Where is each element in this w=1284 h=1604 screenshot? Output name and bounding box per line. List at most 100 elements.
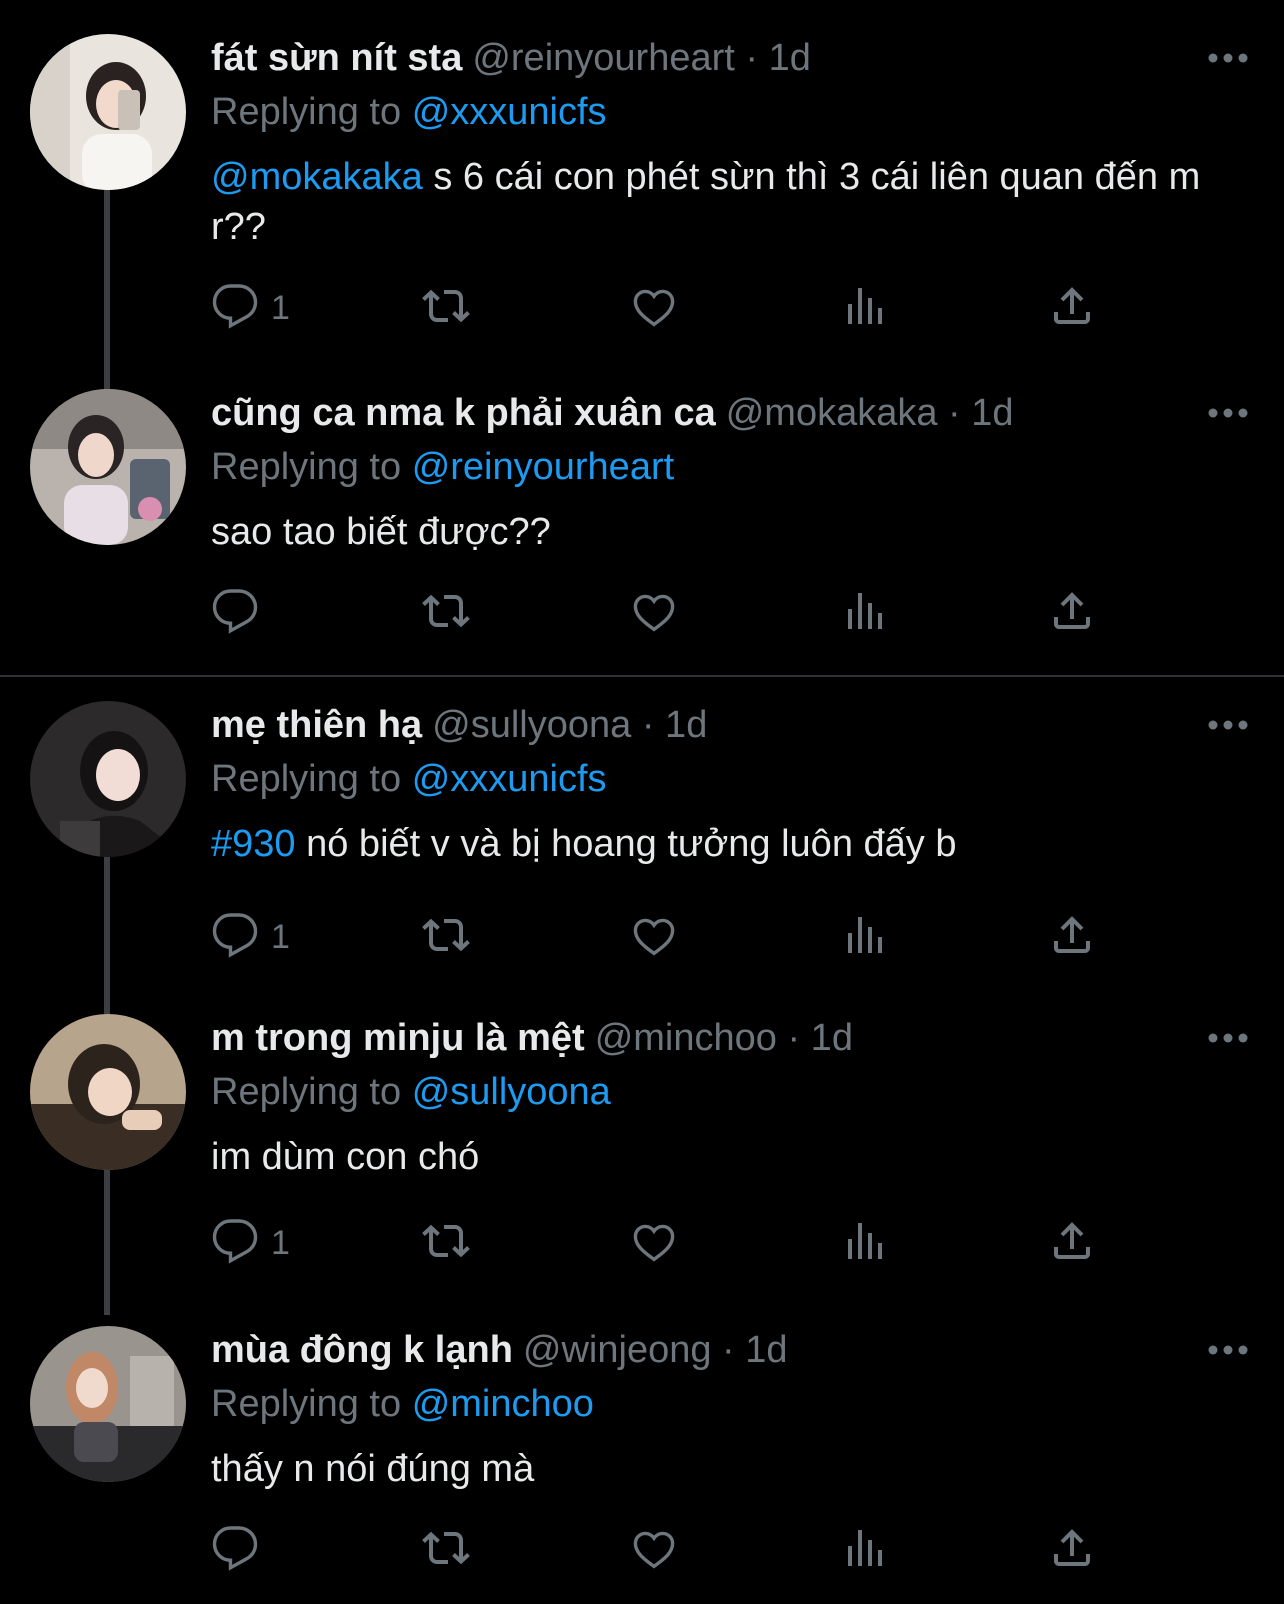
display-name[interactable]: mẹ thiên hạ — [211, 704, 422, 746]
retweet-button[interactable] — [420, 1520, 472, 1580]
tweet[interactable]: mẹ thiên hạ @sullyoona · 1d Replying to @… — [0, 677, 1284, 1017]
display-name[interactable]: fát sừn nít sta — [211, 37, 462, 79]
views-button[interactable] — [840, 1520, 888, 1580]
more-icon[interactable] — [1204, 701, 1252, 749]
handle-time[interactable]: @minchoo · 1d — [595, 1017, 853, 1059]
reply-icon — [211, 1524, 259, 1577]
replying-mention[interactable]: @reinyourheart — [412, 446, 674, 488]
body-text: nó biết v và bị hoang tưởng luôn đấy b — [295, 823, 957, 865]
share-button[interactable] — [1048, 583, 1096, 643]
handle-time[interactable]: @mokakaka · 1d — [726, 392, 1014, 434]
views-icon — [840, 587, 888, 640]
handle-time[interactable]: @reinyourheart · 1d — [472, 37, 811, 79]
more-icon[interactable] — [1204, 34, 1252, 82]
views-button[interactable] — [840, 907, 888, 967]
reply-icon — [211, 587, 259, 640]
reply-icon — [211, 911, 259, 964]
reply-count: 1 — [271, 288, 290, 327]
like-button[interactable] — [630, 907, 678, 967]
share-icon — [1048, 282, 1096, 335]
retweet-icon — [420, 1524, 472, 1577]
tweet-text: @mokakaka s 6 cái con phét sừn thì 3 cái… — [211, 152, 1244, 252]
replying-prefix: Replying to — [211, 1071, 402, 1113]
replying-to: Replying to @sullyoona — [211, 1066, 1244, 1118]
replying-prefix: Replying to — [211, 91, 402, 133]
replying-prefix: Replying to — [211, 1383, 402, 1425]
views-button[interactable] — [840, 583, 888, 643]
retweet-button[interactable] — [420, 278, 472, 338]
reply-button[interactable]: 1 — [211, 278, 290, 338]
views-button[interactable] — [840, 278, 888, 338]
like-icon — [630, 282, 678, 335]
share-button[interactable] — [1048, 1213, 1096, 1273]
avatar[interactable] — [30, 701, 186, 857]
action-bar — [0, 583, 1284, 643]
retweet-icon — [420, 282, 472, 335]
like-button[interactable] — [630, 278, 678, 338]
avatar[interactable] — [30, 34, 186, 190]
tweet[interactable]: cũng ca nma k phải xuân ca @mokakaka · 1d… — [0, 365, 1284, 665]
views-icon — [840, 1524, 888, 1577]
replying-mention[interactable]: @sullyoona — [412, 1071, 611, 1113]
replying-to: Replying to @xxxunicfs — [211, 753, 1244, 805]
tweet-text: sao tao biết được?? — [211, 507, 1244, 557]
tweet-text: #930 nó biết v và bị hoang tưởng luôn đấ… — [211, 819, 1244, 869]
body-text: sao tao biết được?? — [211, 511, 551, 553]
views-icon — [840, 911, 888, 964]
replying-mention[interactable]: @xxxunicfs — [412, 758, 607, 800]
replying-mention[interactable]: @xxxunicfs — [412, 91, 607, 133]
display-name[interactable]: m trong minju là mệt — [211, 1017, 585, 1059]
retweet-icon — [420, 911, 472, 964]
like-icon — [630, 911, 678, 964]
replying-to: Replying to @minchoo — [211, 1378, 1244, 1430]
more-icon[interactable] — [1204, 1326, 1252, 1374]
share-icon — [1048, 587, 1096, 640]
action-bar: 1 — [0, 1213, 1284, 1273]
like-button[interactable] — [630, 1213, 678, 1273]
reply-button[interactable]: 1 — [211, 907, 290, 967]
more-icon[interactable] — [1204, 389, 1252, 437]
more-icon[interactable] — [1204, 1014, 1252, 1062]
like-icon — [630, 1217, 678, 1270]
display-name[interactable]: cũng ca nma k phải xuân ca — [211, 392, 716, 434]
reply-icon — [211, 282, 259, 335]
replying-mention[interactable]: @minchoo — [412, 1383, 594, 1425]
reply-button[interactable] — [211, 583, 271, 643]
display-name[interactable]: mùa đông k lạnh — [211, 1329, 513, 1371]
replying-to: Replying to @reinyourheart — [211, 441, 1244, 493]
handle-time[interactable]: @sullyoona · 1d — [432, 704, 707, 746]
retweet-button[interactable] — [420, 1213, 472, 1273]
views-icon — [840, 1217, 888, 1270]
handle-time[interactable]: @winjeong · 1d — [523, 1329, 788, 1371]
retweet-button[interactable] — [420, 907, 472, 967]
action-bar — [0, 1520, 1284, 1580]
retweet-button[interactable] — [420, 583, 472, 643]
reply-count: 1 — [271, 917, 290, 956]
like-button[interactable] — [630, 583, 678, 643]
views-button[interactable] — [840, 1213, 888, 1273]
avatar[interactable] — [30, 1326, 186, 1482]
like-icon — [630, 1524, 678, 1577]
retweet-icon — [420, 587, 472, 640]
body-text: thấy n nói đúng mà — [211, 1448, 535, 1490]
share-icon — [1048, 1524, 1096, 1577]
body-mention[interactable]: @mokakaka — [211, 156, 423, 198]
share-button[interactable] — [1048, 1520, 1096, 1580]
tweet[interactable]: mùa đông k lạnh @winjeong · 1d Replying t… — [0, 1302, 1284, 1604]
reply-icon — [211, 1217, 259, 1270]
share-button[interactable] — [1048, 278, 1096, 338]
tweet-text: thấy n nói đúng mà — [211, 1444, 1244, 1494]
body-hashtag[interactable]: #930 — [211, 823, 296, 865]
like-button[interactable] — [630, 1520, 678, 1580]
avatar[interactable] — [30, 389, 186, 545]
tweet[interactable]: fát sừn nít sta @reinyourheart · 1d Reply… — [0, 10, 1284, 390]
avatar[interactable] — [30, 1014, 186, 1170]
reply-button[interactable]: 1 — [211, 1213, 290, 1273]
views-icon — [840, 282, 888, 335]
reply-button[interactable] — [211, 1520, 271, 1580]
action-bar: 1 — [0, 278, 1284, 338]
share-icon — [1048, 911, 1096, 964]
body-text: im dùm con chó — [211, 1136, 480, 1178]
tweet[interactable]: m trong minju là mệt @minchoo · 1d Replyi… — [0, 990, 1284, 1315]
share-button[interactable] — [1048, 907, 1096, 967]
